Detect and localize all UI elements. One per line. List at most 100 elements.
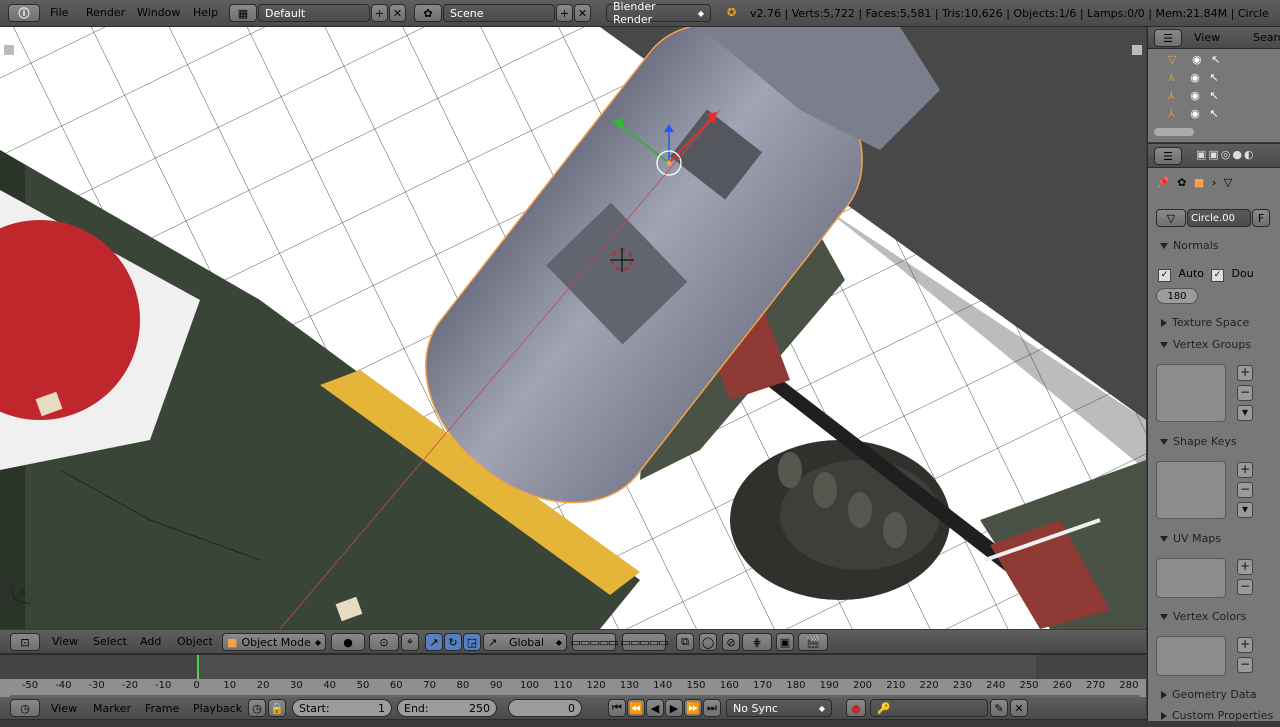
menu-help[interactable]: Help: [193, 0, 218, 26]
shape-keys-list[interactable]: [1156, 461, 1226, 519]
remove-vertex-group-button[interactable]: −: [1237, 385, 1253, 401]
jump-keyframe-back-button[interactable]: ⏪: [627, 699, 645, 717]
lock-time-toggle[interactable]: 🔒: [268, 699, 286, 717]
play-reverse-button[interactable]: ◀: [646, 699, 664, 717]
translate-toggle[interactable]: ↗: [425, 633, 443, 651]
double-sided-checkbox[interactable]: ✓ Dou: [1211, 267, 1254, 282]
view3d-menu-select[interactable]: Select: [93, 635, 127, 648]
scene-field[interactable]: Scene: [443, 4, 555, 22]
sync-mode-select[interactable]: No Sync ◆: [726, 699, 832, 717]
timeline-editor-button[interactable]: ◷: [10, 699, 40, 717]
add-layout-button[interactable]: +: [371, 4, 388, 22]
jump-start-button[interactable]: ⏮: [608, 699, 626, 717]
vertex-colors-list[interactable]: [1156, 636, 1226, 676]
view3d-menu-view[interactable]: View: [52, 635, 78, 648]
add-vertex-color-button[interactable]: +: [1237, 637, 1253, 653]
manipulator-toggle[interactable]: ⌖: [401, 633, 419, 651]
select-arrow-icon[interactable]: ↖: [1209, 71, 1218, 84]
visibility-eye-icon[interactable]: ◉: [1192, 53, 1202, 66]
menu-window[interactable]: Window: [137, 0, 180, 26]
fake-user-button[interactable]: F: [1252, 209, 1270, 227]
jump-keyframe-forward-button[interactable]: ⏩: [684, 699, 702, 717]
viewport-3d[interactable]: z: [0, 27, 1146, 629]
remove-vertex-color-button[interactable]: −: [1237, 657, 1253, 673]
outliner-row[interactable]: ⅄ ◉ ↖: [1168, 107, 1276, 125]
vertex-groups-list[interactable]: [1156, 364, 1226, 422]
mode-select[interactable]: ■ Object Mode ◆: [222, 633, 326, 651]
outliner-row[interactable]: ⅄ ◉ ↖: [1168, 89, 1276, 107]
delete-keyframe-button[interactable]: ✕: [1010, 699, 1028, 717]
preview-range-toggle[interactable]: ◷: [248, 699, 266, 717]
panel-normals[interactable]: Normals: [1152, 235, 1278, 257]
layer-lock-button[interactable]: ⧉: [676, 633, 694, 651]
select-arrow-icon[interactable]: ↖: [1209, 89, 1218, 102]
visibility-eye-icon[interactable]: ◉: [1190, 71, 1200, 84]
play-button[interactable]: ▶: [665, 699, 683, 717]
delete-scene-button[interactable]: ✕: [574, 4, 591, 22]
outliner-scrollbar[interactable]: [1154, 128, 1194, 136]
proportional-edit-button[interactable]: ◯: [699, 633, 717, 651]
context-tabs-icons[interactable]: ▣▣◎●◐: [1196, 148, 1256, 161]
select-arrow-icon[interactable]: ↖: [1211, 53, 1220, 66]
view3d-editor-button[interactable]: ⊡: [10, 633, 40, 651]
mesh-browse-button[interactable]: ▽: [1156, 209, 1186, 227]
current-frame-indicator[interactable]: [197, 655, 199, 679]
layers-row-2[interactable]: ▭▭▭▭▭: [621, 633, 668, 651]
render-opengl-button[interactable]: ▣: [776, 633, 794, 651]
viewport-toolbar-toggle[interactable]: [4, 45, 14, 55]
uv-maps-list[interactable]: [1156, 558, 1226, 598]
pin-icon[interactable]: 📌: [1156, 176, 1170, 189]
visibility-eye-icon[interactable]: ◉: [1190, 89, 1200, 102]
render-engine-select[interactable]: Blender Render ◆: [606, 0, 711, 26]
insert-keyframe-button[interactable]: ✎: [990, 699, 1008, 717]
shading-select[interactable]: ●: [331, 633, 365, 651]
remove-uv-map-button[interactable]: −: [1237, 579, 1253, 595]
menu-render[interactable]: Render: [86, 0, 125, 26]
add-vertex-group-button[interactable]: +: [1237, 365, 1253, 381]
delete-layout-button[interactable]: ✕: [389, 4, 406, 22]
properties-editor-button[interactable]: ☰: [1154, 147, 1182, 165]
start-frame-field[interactable]: Start: 1: [292, 699, 392, 717]
remove-shape-key-button[interactable]: −: [1237, 482, 1253, 498]
jump-end-button[interactable]: ⏭: [703, 699, 721, 717]
timeline-menu-view[interactable]: View: [51, 702, 77, 715]
outliner-search-menu[interactable]: Search: [1253, 31, 1280, 44]
snap-toggle[interactable]: ⊘: [722, 633, 740, 651]
pivot-select[interactable]: ⊙: [369, 633, 399, 651]
record-keyframe-button[interactable]: ●: [846, 699, 866, 717]
scale-toggle[interactable]: ◲: [463, 633, 481, 651]
timeline-menu-marker[interactable]: Marker: [93, 702, 131, 715]
add-uv-map-button[interactable]: +: [1237, 559, 1253, 575]
layers-row-1[interactable]: ▭▭▭▭▭: [571, 633, 618, 651]
timeline-area[interactable]: [0, 654, 1146, 699]
panel-custom-properties[interactable]: Custom Properties: [1152, 705, 1278, 727]
panel-texture-space[interactable]: Texture Space: [1152, 312, 1278, 334]
scene-browse-button[interactable]: ✿: [414, 4, 442, 22]
timeline-menu-frame[interactable]: Frame: [145, 702, 179, 715]
add-shape-key-button[interactable]: +: [1237, 462, 1253, 478]
angle-field[interactable]: 180: [1156, 288, 1198, 304]
outliner-view-menu[interactable]: View: [1194, 31, 1220, 44]
viewport-properties-toggle[interactable]: [1132, 45, 1142, 55]
add-scene-button[interactable]: +: [556, 4, 573, 22]
transform-orientation-select[interactable]: ↗ Global ◆: [483, 633, 567, 651]
shape-key-menu-button[interactable]: ▾: [1237, 502, 1253, 518]
panel-vertex-colors[interactable]: Vertex Colors: [1152, 606, 1278, 628]
menu-file[interactable]: File: [50, 0, 68, 26]
keying-set-field[interactable]: 🔑: [870, 699, 988, 717]
editor-type-button[interactable]: ⓘ: [8, 4, 40, 22]
mesh-name-field[interactable]: Circle.00: [1187, 209, 1251, 227]
panel-uv-maps[interactable]: UV Maps: [1152, 528, 1278, 550]
timeline-menu-playback[interactable]: Playback: [193, 702, 242, 715]
visibility-eye-icon[interactable]: ◉: [1190, 107, 1200, 120]
current-frame-field[interactable]: 0: [508, 699, 582, 717]
select-arrow-icon[interactable]: ↖: [1209, 107, 1218, 120]
view3d-menu-add[interactable]: Add: [140, 635, 161, 648]
outliner-row[interactable]: ⅄ ◉ ↖: [1168, 71, 1276, 89]
vertex-group-menu-button[interactable]: ▾: [1237, 405, 1253, 421]
outliner-row[interactable]: ▽ ◉ ↖: [1168, 53, 1276, 71]
screen-layout-button[interactable]: ▦: [229, 4, 257, 22]
auto-smooth-checkbox[interactable]: ✓ Auto: [1158, 267, 1204, 282]
outliner-editor-button[interactable]: ☰: [1154, 29, 1182, 47]
rotate-toggle[interactable]: ↻: [444, 633, 462, 651]
